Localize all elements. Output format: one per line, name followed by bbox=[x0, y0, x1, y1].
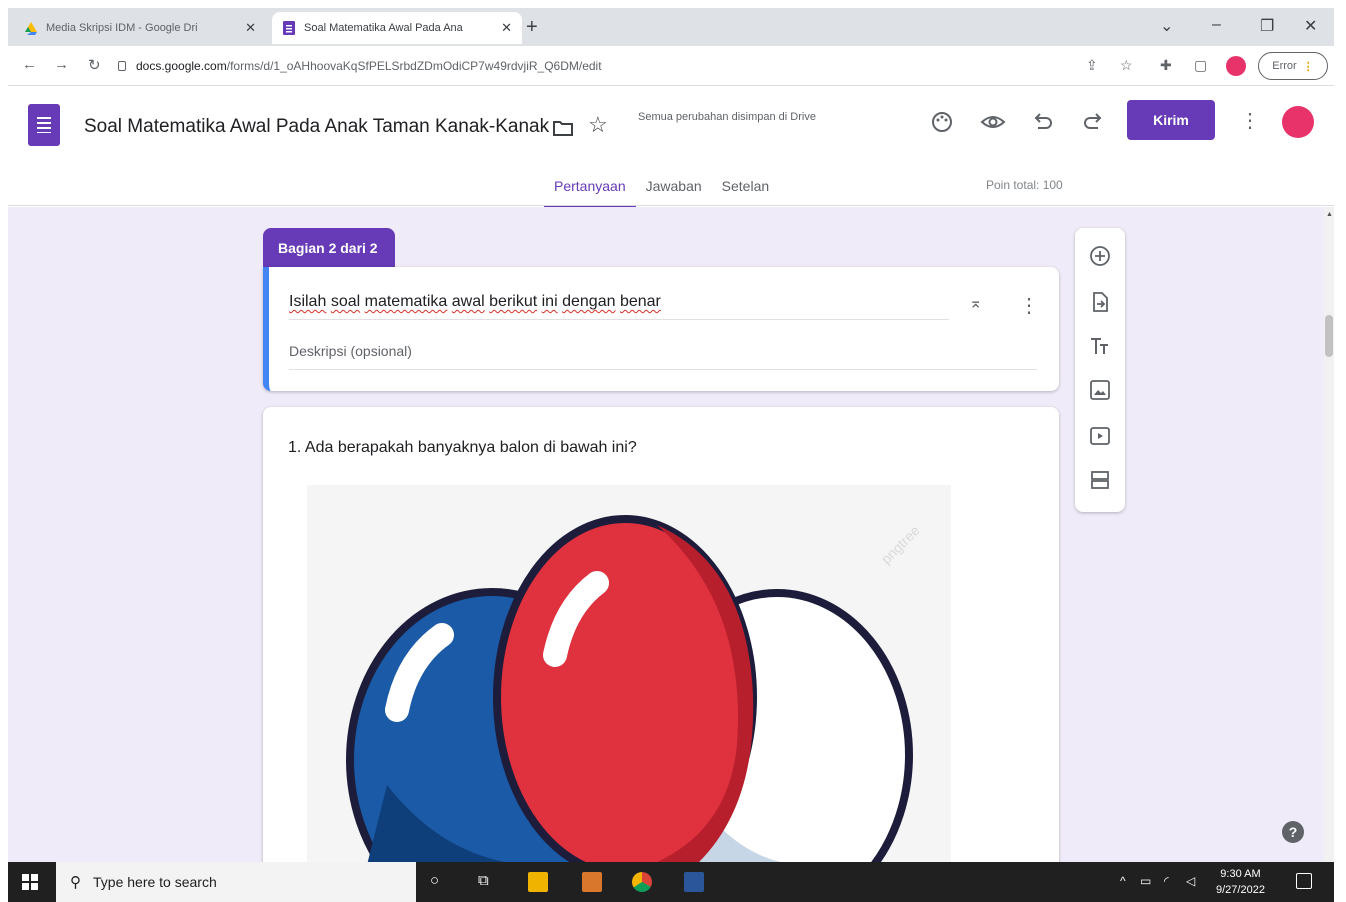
extensions-puzzle-icon[interactable]: ✚ bbox=[1160, 57, 1172, 74]
browser-profile-avatar[interactable] bbox=[1226, 56, 1246, 76]
error-label: Error bbox=[1272, 60, 1297, 72]
tab-search-icon[interactable]: ⌄ bbox=[1160, 16, 1173, 36]
url-host: docs.google.com bbox=[136, 59, 227, 73]
form-canvas: Bagian 2 dari 2 Isilah soal matematika a… bbox=[8, 207, 1324, 862]
section-description-input[interactable]: Deskripsi (opsional) bbox=[289, 343, 1037, 370]
page-scrollbar[interactable]: ▲ bbox=[1324, 207, 1334, 862]
cortana-icon[interactable]: ○ bbox=[430, 872, 439, 889]
show-hidden-icons-chevron-icon[interactable]: ^ bbox=[1120, 874, 1126, 888]
minimize-icon[interactable]: – bbox=[1212, 16, 1221, 34]
taskbar-clock[interactable]: 9:30 AM 9/27/2022 bbox=[1216, 866, 1265, 898]
add-image-icon[interactable] bbox=[1088, 378, 1112, 402]
forward-arrow-icon[interactable]: → bbox=[54, 56, 69, 73]
google-drive-icon bbox=[25, 22, 37, 35]
balloons-illustration: pngtree bbox=[346, 515, 923, 862]
section-title-word: matematika bbox=[364, 293, 448, 310]
reload-icon[interactable]: ↻ bbox=[88, 56, 101, 74]
taskbar-search-placeholder: Type here to search bbox=[93, 874, 217, 890]
add-title-text-icon[interactable] bbox=[1088, 334, 1112, 358]
taskbar-search-box[interactable]: ⚲ Type here to search bbox=[56, 862, 416, 902]
help-icon[interactable]: ? bbox=[1282, 821, 1304, 843]
browser-error-button[interactable]: Error ⋮ bbox=[1258, 52, 1328, 80]
palette-icon[interactable] bbox=[930, 110, 954, 134]
section-title-word: benar bbox=[619, 293, 661, 310]
new-tab-button[interactable]: + bbox=[526, 16, 538, 38]
floating-toolbar bbox=[1075, 228, 1125, 512]
media-app-icon[interactable] bbox=[582, 872, 602, 892]
tab-pertanyaan[interactable]: Pertanyaan bbox=[544, 170, 636, 209]
folder-icon[interactable] bbox=[552, 118, 574, 138]
google-forms-logo-icon[interactable] bbox=[28, 104, 60, 146]
collapse-section-icon[interactable]: ⌅ bbox=[969, 293, 982, 313]
eye-icon[interactable] bbox=[980, 112, 1006, 132]
tab-google-forms[interactable]: Soal Matematika Awal Pada Ana ✕ bbox=[272, 12, 522, 44]
search-icon: ⚲ bbox=[70, 874, 81, 891]
clock-date: 9/27/2022 bbox=[1216, 884, 1265, 896]
network-icon[interactable]: ▭ bbox=[1140, 874, 1151, 888]
back-arrow-icon[interactable]: ← bbox=[22, 56, 37, 73]
tab-title: Soal Matematika Awal Pada Ana bbox=[304, 22, 463, 34]
tab-google-drive[interactable]: Media Skripsi IDM - Google Dri ✕ bbox=[14, 12, 266, 44]
send-button[interactable]: Kirim bbox=[1127, 100, 1215, 140]
browser-tab-strip: Media Skripsi IDM - Google Dri ✕ Soal Ma… bbox=[8, 8, 1334, 46]
undo-icon[interactable] bbox=[1032, 112, 1054, 132]
section-header-card[interactable]: Isilah soal matematika awal berikut ini … bbox=[263, 267, 1059, 391]
notification-center-icon[interactable] bbox=[1296, 873, 1312, 889]
side-panel-icon[interactable]: ▢ bbox=[1194, 57, 1207, 74]
section-title-word: ini bbox=[541, 293, 558, 310]
section-title-word: awal bbox=[451, 293, 485, 310]
browser-toolbar: ← → ↻ docs.google.com /forms/d/1_oAHhoov… bbox=[8, 46, 1334, 86]
lock-icon bbox=[118, 61, 126, 71]
windows-start-icon[interactable] bbox=[22, 874, 38, 890]
section-title-word: soal bbox=[330, 293, 361, 310]
section-tag: Bagian 2 dari 2 bbox=[263, 228, 395, 268]
window-close-icon[interactable]: ✕ bbox=[1304, 16, 1317, 36]
section-title[interactable]: Isilah soal matematika awal berikut ini … bbox=[289, 293, 949, 320]
save-status: Semua perubahan disimpan di Drive bbox=[638, 111, 816, 123]
share-icon[interactable]: ⇪ bbox=[1086, 57, 1098, 74]
microsoft-word-icon[interactable] bbox=[684, 872, 704, 892]
scrollbar-thumb[interactable] bbox=[1325, 315, 1333, 357]
add-question-icon[interactable] bbox=[1088, 244, 1112, 268]
file-explorer-icon[interactable] bbox=[528, 872, 548, 892]
close-icon[interactable]: ✕ bbox=[501, 20, 512, 36]
google-forms-icon bbox=[283, 21, 295, 35]
more-vert-icon: ⋮ bbox=[1302, 60, 1314, 73]
question-image[interactable]: pngtree bbox=[307, 485, 951, 862]
question-card[interactable]: 1. Ada berapakah banyaknya balon di bawa… bbox=[263, 407, 1059, 862]
star-icon[interactable]: ☆ bbox=[588, 112, 608, 138]
account-avatar[interactable] bbox=[1282, 106, 1314, 138]
tab-title: Media Skripsi IDM - Google Dri bbox=[46, 22, 198, 34]
more-vert-icon[interactable]: ⋮ bbox=[1019, 293, 1039, 318]
section-title-word: Isilah bbox=[289, 293, 327, 310]
windows-taskbar: ⚲ Type here to search ○ ⧉ ^ ▭ ◜ ◁ 9:30 A… bbox=[8, 862, 1334, 902]
section-title-word: berikut bbox=[489, 293, 538, 310]
scroll-up-arrow-icon[interactable]: ▲ bbox=[1326, 211, 1333, 218]
form-tabs: Pertanyaan Jawaban Setelan bbox=[544, 170, 779, 209]
add-section-icon[interactable] bbox=[1088, 468, 1112, 492]
points-total: Poin total: 100 bbox=[986, 178, 1063, 192]
wifi-icon[interactable]: ◜ bbox=[1164, 874, 1169, 888]
url-path: /forms/d/1_oAHhoovaKqSfPELSrbdZDmOdiCP7w… bbox=[226, 59, 602, 73]
tab-setelan[interactable]: Setelan bbox=[712, 170, 779, 209]
clock-time: 9:30 AM bbox=[1220, 868, 1261, 880]
forms-header: Soal Matematika Awal Pada Anak Taman Kan… bbox=[8, 86, 1334, 209]
section-title-word: dengan bbox=[562, 293, 616, 310]
bookmark-star-icon[interactable]: ☆ bbox=[1120, 57, 1133, 74]
address-bar[interactable]: docs.google.com /forms/d/1_oAHhoovaKqSfP… bbox=[118, 52, 1108, 80]
tab-jawaban[interactable]: Jawaban bbox=[636, 170, 712, 209]
add-video-icon[interactable] bbox=[1088, 424, 1112, 448]
redo-icon[interactable] bbox=[1082, 112, 1104, 132]
maximize-icon[interactable]: ❐ bbox=[1260, 16, 1274, 36]
form-title[interactable]: Soal Matematika Awal Pada Anak Taman Kan… bbox=[84, 116, 549, 138]
question-title[interactable]: 1. Ada berapakah banyaknya balon di bawa… bbox=[288, 439, 637, 457]
volume-icon[interactable]: ◁ bbox=[1186, 874, 1195, 888]
chrome-icon[interactable] bbox=[632, 872, 652, 892]
close-icon[interactable]: ✕ bbox=[245, 20, 256, 36]
more-vert-icon[interactable]: ⋮ bbox=[1240, 108, 1260, 133]
task-view-icon[interactable]: ⧉ bbox=[478, 872, 489, 889]
import-questions-icon[interactable] bbox=[1088, 290, 1112, 314]
image-watermark: pngtree bbox=[878, 522, 923, 567]
